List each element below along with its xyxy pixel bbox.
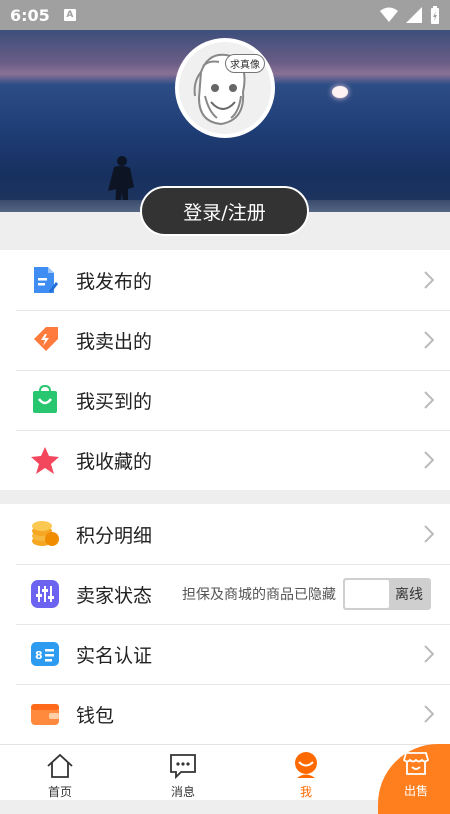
menu-item-points[interactable]: 积分明细	[0, 504, 450, 564]
tab-label: 消息	[170, 785, 195, 799]
message-icon	[170, 754, 196, 779]
menu-item-sold[interactable]: 我卖出的	[0, 310, 450, 370]
shopping-bag-icon	[30, 385, 60, 415]
menu-item-seller-status: 卖家状态 担保及商城的商品已隐藏 离线	[0, 564, 450, 624]
tab-label: 我	[299, 785, 312, 799]
avatar-cartoon-image: 求真像	[179, 42, 271, 134]
menu-item-bought[interactable]: 我买到的	[0, 370, 450, 430]
wifi-icon	[380, 7, 398, 22]
chevron-right-icon	[424, 705, 434, 723]
avatar-caption: 求真像	[225, 54, 265, 73]
chevron-right-icon	[424, 331, 434, 349]
sun-decoration	[332, 86, 348, 98]
menu-item-wallet[interactable]: 钱包	[0, 684, 450, 744]
menu-group-account: 积分明细 卖家状态 担保及商城的商品已隐藏 离线 8 实名认证 钱包	[0, 504, 450, 744]
tab-label: 首页	[47, 785, 72, 799]
menu-item-label: 我卖出的	[76, 330, 153, 353]
tab-messages[interactable]: 消息	[143, 745, 223, 801]
tab-home[interactable]: 首页	[20, 745, 100, 801]
user-icon	[295, 752, 317, 778]
menu-item-published[interactable]: 我发布的	[0, 250, 450, 310]
menu-item-label: 我发布的	[76, 270, 153, 293]
star-icon	[30, 445, 60, 475]
chevron-right-icon	[424, 645, 434, 663]
menu-group-orders: 我发布的 我卖出的 我买到的 我收藏的	[0, 250, 450, 490]
menu-item-real-name[interactable]: 8 实名认证	[0, 624, 450, 684]
menu-item-favorites[interactable]: 我收藏的	[0, 430, 450, 490]
notification-icon: A	[63, 9, 76, 21]
document-edit-icon	[30, 265, 60, 295]
chevron-right-icon	[424, 391, 434, 409]
id-card-icon: 8	[30, 639, 60, 669]
store-icon	[402, 752, 430, 775]
avatar[interactable]: 求真像	[175, 38, 275, 138]
menu-item-label: 卖家状态	[76, 584, 153, 607]
tab-me[interactable]: 我	[266, 745, 346, 801]
seller-status-note: 担保及商城的商品已隐藏	[182, 587, 336, 603]
menu-item-label: 钱包	[76, 704, 115, 727]
chevron-right-icon	[424, 271, 434, 289]
menu-item-label: 我买到的	[76, 390, 153, 413]
chevron-right-icon	[424, 525, 434, 543]
signal-icon	[406, 7, 422, 23]
menu-item-label: 积分明细	[76, 524, 153, 547]
toggle-text: 离线	[395, 587, 423, 603]
sliders-icon	[30, 579, 60, 609]
wallet-icon	[30, 699, 60, 729]
tab-label: 出售	[403, 784, 428, 798]
login-register-button[interactable]: 登录/注册	[140, 186, 309, 236]
menu-item-label: 实名认证	[76, 644, 153, 667]
home-icon	[47, 753, 73, 778]
chevron-right-icon	[424, 451, 434, 469]
svg-text:8: 8	[35, 649, 43, 662]
toggle-knob	[345, 580, 389, 608]
menu-item-label: 我收藏的	[76, 450, 153, 473]
coins-icon	[30, 519, 60, 549]
tag-icon	[30, 325, 60, 355]
battery-icon	[431, 6, 439, 24]
status-bar: 6:05 A	[0, 0, 450, 30]
seller-status-toggle[interactable]: 离线	[343, 578, 431, 610]
status-time: 6:05	[10, 5, 50, 25]
